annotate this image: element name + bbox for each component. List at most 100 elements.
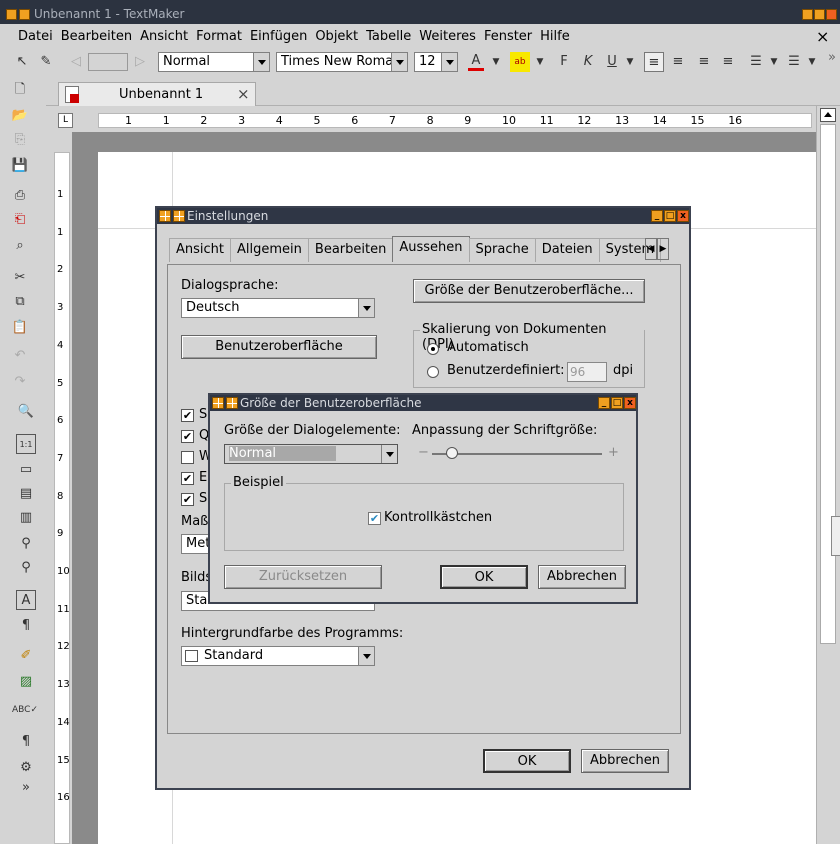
- redo-icon[interactable]: ↷: [10, 372, 30, 392]
- ui-size-ok-button[interactable]: OK: [440, 565, 528, 589]
- menu-ansicht[interactable]: Ansicht: [140, 29, 188, 44]
- copy-icon[interactable]: ⧉: [10, 292, 30, 312]
- more-tools-icon[interactable]: »: [16, 778, 36, 798]
- italic-button[interactable]: K: [578, 52, 598, 72]
- numbering-icon[interactable]: ☰: [784, 52, 804, 72]
- horizontal-ruler[interactable]: L 1 1 2 3 4 5 6 7 8 9 10 11 12 13 14 15 16: [46, 110, 816, 132]
- close-window-button[interactable]: [826, 9, 837, 20]
- vertical-ruler[interactable]: 1 1 2 3 4 5 6 7 8 9 10 11 12 13 14 15 16: [54, 152, 70, 844]
- tab-scroll-right-icon[interactable]: ▶: [657, 238, 669, 260]
- zoom-page-icon[interactable]: ▤: [16, 484, 36, 504]
- tab-scroll-left-icon[interactable]: ◀: [645, 238, 657, 260]
- ui-size-button[interactable]: Größe der Benutzeroberfläche...: [413, 279, 645, 303]
- paragraph-frame-icon[interactable]: ¶: [16, 616, 36, 636]
- scroll-thumb[interactable]: [831, 516, 840, 556]
- spellcheck-icon[interactable]: ABC✓: [12, 700, 38, 720]
- font-combo[interactable]: Times New Roman: [276, 52, 408, 72]
- dropdown-arrow-icon[interactable]: ▼: [530, 52, 550, 72]
- minimize-button[interactable]: _: [598, 397, 610, 409]
- pointer-icon[interactable]: ↖: [12, 52, 32, 72]
- preview-icon[interactable]: ⌕: [10, 236, 30, 256]
- open-folder-icon[interactable]: 📂: [10, 106, 30, 126]
- dropdown-arrow-icon[interactable]: ▼: [620, 52, 640, 72]
- tab-sprache[interactable]: Sprache: [468, 238, 536, 262]
- option-checkbox-3[interactable]: [181, 451, 194, 464]
- menu-fenster[interactable]: Fenster: [484, 29, 532, 44]
- dpi-spinner[interactable]: 96: [567, 362, 607, 382]
- element-size-combo[interactable]: Normal: [224, 444, 398, 464]
- forward-icon[interactable]: ▷: [130, 52, 150, 72]
- align-justify-icon[interactable]: ≡: [718, 52, 738, 72]
- undo-icon[interactable]: ↶: [10, 346, 30, 366]
- zoom-in-icon[interactable]: ⚲: [16, 534, 36, 554]
- option-checkbox-2[interactable]: ✔: [181, 430, 194, 443]
- tab-ansicht[interactable]: Ansicht: [169, 238, 232, 262]
- maximize-button[interactable]: [814, 9, 825, 20]
- search-icon[interactable]: 🔍: [16, 402, 36, 422]
- option-checkbox-1[interactable]: ✔: [181, 409, 194, 422]
- maximize-button[interactable]: □: [611, 397, 623, 409]
- dpi-automatic-radio[interactable]: [427, 343, 439, 355]
- size-combo[interactable]: 12: [414, 52, 458, 72]
- background-color-combo[interactable]: Standard: [181, 646, 375, 666]
- scroll-track[interactable]: [820, 124, 836, 644]
- paste-icon[interactable]: 📋: [10, 318, 30, 338]
- menu-hilfe[interactable]: Hilfe: [540, 29, 570, 44]
- option-checkbox-5[interactable]: ✔: [181, 493, 194, 506]
- close-button[interactable]: x: [677, 210, 689, 222]
- tab-type-button[interactable]: L: [58, 113, 73, 128]
- bold-button[interactable]: F: [554, 52, 574, 72]
- font-color-icon[interactable]: A: [466, 51, 486, 71]
- picture-icon[interactable]: ▨: [16, 672, 36, 692]
- menu-bearbeiten[interactable]: Bearbeiten: [61, 29, 132, 44]
- pdf-icon[interactable]: ⎗: [10, 210, 30, 230]
- highlight-icon[interactable]: ab: [510, 52, 530, 72]
- dpi-custom-radio[interactable]: [427, 366, 439, 378]
- page-field[interactable]: [88, 53, 128, 71]
- vertical-scrollbar[interactable]: [816, 106, 840, 844]
- user-interface-button[interactable]: Benutzeroberfläche: [181, 335, 377, 359]
- pilcrow-icon[interactable]: ¶: [16, 732, 36, 752]
- minimize-button[interactable]: _: [651, 210, 663, 222]
- new-file-icon[interactable]: 🗋: [10, 80, 30, 100]
- close-document-icon[interactable]: ×: [816, 27, 829, 46]
- minimize-button[interactable]: [802, 9, 813, 20]
- settings-ok-button[interactable]: OK: [483, 749, 571, 773]
- dropdown-arrow-icon[interactable]: ▼: [802, 52, 822, 72]
- align-right-icon[interactable]: ≡: [694, 52, 714, 72]
- save-icon[interactable]: 💾: [10, 156, 30, 176]
- more-icon[interactable]: »: [822, 48, 840, 68]
- pen-icon[interactable]: ✐: [16, 646, 36, 666]
- edit-icon[interactable]: ✎: [36, 52, 56, 72]
- two-pages-icon[interactable]: ▥: [16, 508, 36, 528]
- align-center-icon[interactable]: ≡: [668, 52, 688, 72]
- tab-dateien[interactable]: Dateien: [534, 238, 600, 262]
- bullets-icon[interactable]: ☰: [746, 52, 766, 72]
- menu-weiteres[interactable]: Weiteres: [419, 29, 476, 44]
- menu-tabelle[interactable]: Tabelle: [366, 29, 411, 44]
- close-button[interactable]: x: [624, 397, 636, 409]
- cut-icon[interactable]: ✂: [10, 268, 30, 288]
- back-icon[interactable]: ◁: [66, 52, 86, 72]
- option-checkbox-4[interactable]: ✔: [181, 472, 194, 485]
- zoom-100-icon[interactable]: 1:1: [16, 434, 36, 454]
- tab-aussehen[interactable]: Aussehen: [392, 236, 470, 262]
- menu-datei[interactable]: Datei: [18, 29, 53, 44]
- style-combo[interactable]: Normal: [158, 52, 270, 72]
- settings-cancel-button[interactable]: Abbrechen: [581, 749, 669, 773]
- document-tab[interactable]: Unbenannt 1 ×: [58, 82, 256, 106]
- slider-handle[interactable]: [446, 447, 458, 459]
- print-icon[interactable]: ⎙: [10, 186, 30, 206]
- tab-allgemein[interactable]: Allgemein: [230, 238, 309, 262]
- align-left-icon[interactable]: ≡: [644, 52, 664, 72]
- example-checkbox[interactable]: ✔: [368, 512, 381, 525]
- menu-einfuegen[interactable]: Einfügen: [250, 29, 307, 44]
- dialog-language-combo[interactable]: Deutsch: [181, 298, 375, 318]
- menu-objekt[interactable]: Objekt: [315, 29, 358, 44]
- scroll-up-icon[interactable]: [820, 108, 836, 122]
- underline-button[interactable]: U: [602, 52, 622, 72]
- textframe-icon[interactable]: A: [16, 590, 36, 610]
- zoom-width-icon[interactable]: ▭: [16, 460, 36, 480]
- ui-size-cancel-button[interactable]: Abbrechen: [538, 565, 626, 589]
- dropdown-arrow-icon[interactable]: ▼: [486, 52, 506, 72]
